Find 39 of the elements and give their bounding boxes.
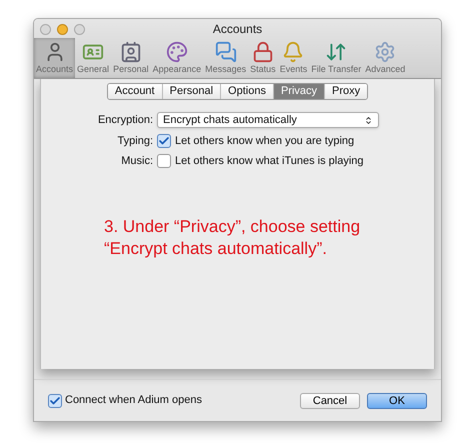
checkbox-label: Connect when Adium opens (65, 393, 202, 408)
checkbox[interactable] (157, 154, 171, 168)
cancel-button[interactable]: Cancel (300, 392, 360, 408)
tab[interactable]: Personal (162, 84, 222, 99)
toolbar-item[interactable]: Status (248, 38, 278, 78)
toolbar-item[interactable]: Events (278, 38, 310, 78)
toolbar-item[interactable]: Personal (111, 38, 151, 78)
annotation: 3. Under “Privacy”, choose setting “Encrypt chats automatically”. (103, 216, 362, 260)
settings-icon (374, 40, 396, 62)
checkbox-label: Let others know what iTunes is playing (175, 154, 364, 169)
toolbar-item[interactable]: Advanced (363, 38, 408, 78)
encryption-dropdown[interactable]: Encrypt chats automatically (157, 112, 379, 128)
speech-bubbles-icon (214, 40, 237, 62)
minimize-button[interactable] (57, 24, 68, 34)
tab[interactable]: Proxy (325, 84, 368, 99)
zoom-button[interactable] (74, 24, 85, 34)
arrows-icon (325, 40, 348, 62)
checkbox[interactable] (157, 134, 171, 148)
lock-icon (252, 40, 274, 62)
ok-button[interactable]: OK (367, 392, 427, 408)
toolbar-item[interactable]: File Transfer (309, 38, 364, 78)
option-label: Music: (120, 154, 153, 169)
toolbar-item[interactable]: Accounts (34, 38, 76, 78)
palette-icon (166, 40, 188, 62)
contact-card-icon (120, 40, 142, 62)
chevron-icon (364, 116, 373, 125)
toolbar-item[interactable]: General (75, 38, 112, 78)
tab[interactable]: Account (108, 84, 163, 99)
tab[interactable]: Options (221, 84, 274, 99)
bell-icon (282, 40, 304, 62)
window-title: Accounts (212, 21, 262, 38)
checkbox-label: Let others know when you are typing (175, 134, 354, 148)
encryption-label: Encryption: (96, 113, 153, 128)
option-label: Typing: (116, 134, 153, 148)
checkbox[interactable] (48, 394, 62, 408)
toolbar-item[interactable]: Appearance (150, 38, 204, 78)
tab[interactable]: Privacy (274, 84, 326, 99)
close-button[interactable] (40, 24, 51, 34)
toolbar-item[interactable]: Messages (203, 38, 248, 78)
